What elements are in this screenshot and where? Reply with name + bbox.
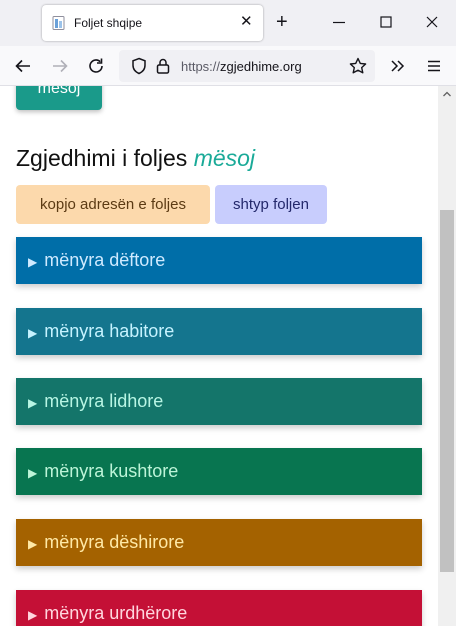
mood-lidhore[interactable]: ▶ mënyra lidhore [16, 378, 422, 425]
print-verb-button[interactable]: shtyp foljen [215, 185, 327, 224]
page-content: mësoj Zgjedhimi i foljes mësoj kopjo adr… [0, 86, 438, 626]
expand-arrow-icon: ▶ [28, 466, 38, 480]
arrow-right-icon[interactable] [50, 56, 70, 76]
mood-label: mënyra kushtore [44, 461, 179, 481]
scroll-up-arrow-icon[interactable] [443, 90, 451, 98]
heading-prefix: Zgjedhimi i foljes [16, 145, 188, 171]
url-text: https://zgjedhime.org [181, 59, 302, 74]
page-icon [52, 16, 65, 30]
mood-label: mënyra urdhërore [44, 603, 188, 623]
mood-deftore[interactable]: ▶ mënyra dëftore [16, 237, 422, 284]
mood-label: mënyra habitore [44, 321, 175, 341]
chevron-double-right-icon[interactable] [388, 56, 408, 76]
expand-arrow-icon: ▶ [28, 396, 38, 410]
star-icon[interactable] [348, 56, 368, 76]
heading-verb: mësoj [193, 145, 256, 171]
mood-kushtore[interactable]: ▶ mënyra kushtore [16, 448, 422, 495]
url-host: zgjedhime.org [220, 59, 302, 74]
minimize-icon[interactable] [331, 14, 347, 30]
expand-arrow-icon: ▶ [28, 537, 38, 551]
title-bar: Foljet shqipe ✕ + [0, 0, 456, 46]
shield-icon[interactable] [129, 56, 149, 76]
tab-title: Foljet shqipe [74, 16, 143, 30]
expand-arrow-icon: ▶ [28, 608, 38, 622]
mood-label: mënyra dëftore [44, 250, 166, 270]
expand-arrow-icon: ▶ [28, 255, 38, 269]
mood-habitore[interactable]: ▶ mënyra habitore [16, 308, 422, 355]
url-scheme: https:// [181, 59, 221, 74]
mood-urdherore[interactable]: ▶ mënyra urdhërore [16, 590, 422, 626]
close-tab-icon[interactable]: ✕ [240, 13, 253, 31]
lock-icon[interactable] [153, 56, 173, 76]
new-tab-icon[interactable]: + [276, 12, 288, 32]
mood-deshirore[interactable]: ▶ mënyra dëshirore [16, 519, 422, 566]
mood-label: mënyra lidhore [44, 391, 164, 411]
mood-label: mënyra dëshirore [44, 532, 185, 552]
navigation-bar: https://zgjedhime.org [0, 46, 456, 86]
address-bar[interactable]: https://zgjedhime.org [119, 50, 375, 82]
reload-icon[interactable] [86, 56, 106, 76]
page-scrollbar[interactable] [438, 86, 456, 626]
scrollbar-thumb[interactable] [440, 210, 454, 572]
page-title: Zgjedhimi i foljes mësoj [16, 145, 255, 172]
maximize-icon[interactable] [378, 14, 394, 30]
expand-arrow-icon: ▶ [28, 326, 38, 340]
close-window-icon[interactable] [424, 14, 440, 30]
hamburger-menu-icon[interactable] [424, 56, 444, 76]
copy-verb-address-button[interactable]: kopjo adresën e foljes [16, 185, 210, 224]
arrow-left-icon[interactable] [13, 56, 33, 76]
verb-button[interactable]: mësoj [16, 86, 102, 110]
browser-window: Foljet shqipe ✕ + https://zgjedhime.org … [0, 0, 456, 626]
tab-foljet-shqipe[interactable]: Foljet shqipe ✕ [42, 5, 263, 41]
